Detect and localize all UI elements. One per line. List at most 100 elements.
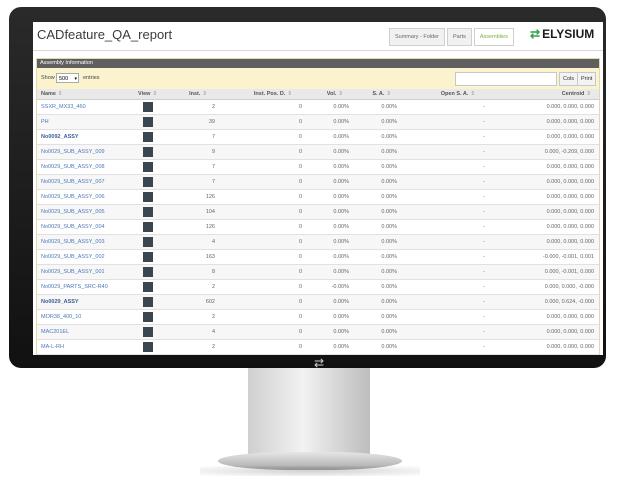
- row-open-sa: -: [483, 164, 485, 170]
- sort-icon: ⇕: [287, 91, 292, 97]
- view-thumbnail[interactable]: [143, 252, 153, 262]
- view-thumbnail[interactable]: [143, 207, 153, 217]
- table-row[interactable]: MOR38_400_10 2 0 0.00% 0.00% - 0.000, 0.000, 0…: [37, 310, 599, 325]
- table-row[interactable]: No0029_PARTS_SRC-R40 2 0 -0.00% 0.00% - 0.000,…: [37, 280, 599, 295]
- table-row[interactable]: MA-L-RH 2 0 0.00% 0.00% - 0.000, 0.000, 0.000: [37, 340, 599, 355]
- table-row[interactable]: No0029_SUB_ASSY_008 7 0 0.00% 0.00% - 0.000, 0…: [37, 160, 599, 175]
- view-thumbnail[interactable]: [143, 282, 153, 292]
- row-vol: 0.00%: [333, 209, 349, 215]
- row-inst-pos: 0: [298, 164, 302, 170]
- col-vol[interactable]: Vol. ⇕: [307, 89, 343, 99]
- col-centroid[interactable]: Centroid ⇕: [497, 89, 591, 99]
- table-row[interactable]: No0029_SUB_ASSY_005 104 0 0.00% 0.00% - 0.000,…: [37, 205, 599, 220]
- row-sa: 0.00%: [381, 104, 397, 110]
- view-thumbnail[interactable]: [143, 132, 153, 142]
- col-vol-label: Vol.: [326, 91, 337, 97]
- view-thumbnail[interactable]: [143, 312, 153, 322]
- report-title: CADfeature_QA_report: [37, 27, 173, 42]
- sort-icon: ⇕: [386, 91, 391, 97]
- row-centroid: 0.000, 0.000, 0.000: [546, 119, 594, 125]
- row-name-link[interactable]: MA-L-RH: [41, 340, 136, 354]
- row-name-link[interactable]: No0029_SUB_ASSY_005: [41, 205, 136, 219]
- col-inst[interactable]: Inst. ⇕: [177, 89, 207, 99]
- cols-button[interactable]: Cols: [559, 72, 579, 86]
- table-row[interactable]: No0029_SUB_ASSY_001 8 0 0.00% 0.00% - 0.000, -…: [37, 265, 599, 280]
- entries-select[interactable]: 500 ▾: [56, 73, 79, 83]
- row-name-link[interactable]: No0029_SUB_ASSY_004: [41, 220, 136, 234]
- col-name[interactable]: Name ⇕: [41, 89, 117, 99]
- row-name-link[interactable]: MOR38_400_10: [41, 310, 136, 324]
- row-name-link[interactable]: No0029_PARTS_SRC-R40: [41, 280, 136, 294]
- view-thumbnail[interactable]: [143, 162, 153, 172]
- table-row[interactable]: No0029_SUB_ASSY_003 4 0 0.00% 0.00% - 0.000, 0…: [37, 235, 599, 250]
- tab-parts[interactable]: Parts: [447, 28, 472, 46]
- row-name-link[interactable]: No0029_SUB_ASSY_002: [41, 250, 136, 264]
- row-vol: 0.00%: [333, 254, 349, 260]
- table-row[interactable]: No0092_ASSY 7 0 0.00% 0.00% - 0.000, 0.000, 0.…: [37, 130, 599, 145]
- table-row[interactable]: No0029_SUB_ASSY_007 7 0 0.00% 0.00% - 0.000, 0…: [37, 175, 599, 190]
- chevron-down-icon: ▾: [74, 76, 77, 82]
- view-thumbnail[interactable]: [143, 117, 153, 127]
- col-view-label: View: [138, 91, 151, 97]
- row-vol: 0.00%: [333, 239, 349, 245]
- col-view[interactable]: View ⇕: [138, 89, 168, 99]
- row-name-link[interactable]: No0029_SUB_ASSY_003: [41, 235, 136, 249]
- row-sa: 0.00%: [381, 194, 397, 200]
- view-thumbnail[interactable]: [143, 192, 153, 202]
- view-thumbnail[interactable]: [143, 327, 153, 337]
- row-name-link[interactable]: No0029_SUB_ASSY_009: [41, 145, 136, 159]
- view-thumbnail[interactable]: [143, 237, 153, 247]
- row-open-sa: -: [483, 104, 485, 110]
- row-name-link[interactable]: No0029_ASSY: [41, 295, 136, 309]
- print-button[interactable]: Print: [577, 72, 597, 86]
- row-name-link[interactable]: No0029_SUB_ASSY_007: [41, 175, 136, 189]
- view-thumbnail[interactable]: [143, 102, 153, 112]
- row-name-link[interactable]: No0029_SUB_ASSY_001: [41, 265, 136, 279]
- col-inst-pos[interactable]: Inst. Pos. D. ⇕: [222, 89, 292, 99]
- row-name-link[interactable]: No0092_ASSY: [41, 130, 136, 144]
- col-centroid-label: Centroid: [561, 91, 585, 97]
- view-thumbnail[interactable]: [143, 147, 153, 157]
- row-open-sa: -: [483, 344, 485, 350]
- search-input[interactable]: [455, 72, 557, 86]
- row-open-sa: -: [483, 149, 485, 155]
- row-inst-pos: 0: [298, 194, 302, 200]
- table-row[interactable]: No0029_SUB_ASSY_004 126 0 0.00% 0.00% - 0.000,…: [37, 220, 599, 235]
- table-row[interactable]: PH 39 0 0.00% 0.00% - 0.000, 0.000, 0.000: [37, 115, 599, 130]
- row-name-link[interactable]: PH: [41, 115, 136, 129]
- row-inst-pos: 0: [298, 314, 302, 320]
- row-open-sa: -: [483, 284, 485, 290]
- view-thumbnail[interactable]: [143, 222, 153, 232]
- row-name-link[interactable]: MAC201EL: [41, 325, 136, 339]
- table-controls: Show 500 ▾ entries Cols Print: [41, 72, 597, 86]
- col-sa[interactable]: S. A. ⇕: [355, 89, 391, 99]
- view-thumbnail[interactable]: [143, 297, 153, 307]
- row-name-link[interactable]: No0029_SUB_ASSY_006: [41, 190, 136, 204]
- col-open-sa[interactable]: Open S. A. ⇕: [415, 89, 475, 99]
- tab-assemblies[interactable]: Assemblies: [473, 28, 514, 46]
- row-vol: 0.00%: [333, 299, 349, 305]
- row-sa: 0.00%: [381, 269, 397, 275]
- row-inst-pos: 0: [298, 149, 302, 155]
- table-row[interactable]: SSXR_MX33_460 2 0 0.00% 0.00% - 0.000, 0.000, …: [37, 100, 599, 115]
- table-row[interactable]: No0029_SUB_ASSY_006 126 0 0.00% 0.00% - 0.000,…: [37, 190, 599, 205]
- row-inst: 4: [211, 329, 215, 335]
- row-name-link[interactable]: No0029_SUB_ASSY_008: [41, 160, 136, 174]
- table-row[interactable]: No0029_SUB_ASSY_009 9 0 0.00% 0.00% - 0.000, -…: [37, 145, 599, 160]
- row-centroid: 0.000, 0.000, 0.000: [546, 329, 594, 335]
- row-open-sa: -: [483, 269, 485, 275]
- row-inst-pos: 0: [298, 299, 302, 305]
- view-thumbnail[interactable]: [143, 177, 153, 187]
- view-thumbnail[interactable]: [143, 267, 153, 277]
- monitor-stand-neck: [248, 368, 370, 456]
- table-row[interactable]: MAC201EL 4 0 0.00% 0.00% - 0.000, 0.000, 0.000: [37, 325, 599, 340]
- row-sa: 0.00%: [381, 134, 397, 140]
- logo-text: ELYSIUM: [542, 27, 595, 41]
- screen: CADfeature_QA_report Summary - Folder Pa…: [33, 22, 603, 355]
- row-name-link[interactable]: SSXR_MX33_460: [41, 100, 136, 114]
- table-body: SSXR_MX33_460 2 0 0.00% 0.00% - 0.000, 0.000, …: [37, 100, 599, 355]
- tab-summary-folder[interactable]: Summary - Folder: [389, 28, 446, 46]
- view-thumbnail[interactable]: [143, 342, 153, 352]
- table-row[interactable]: No0029_ASSY 602 0 0.00% 0.00% - 0.000, 0.624, …: [37, 295, 599, 310]
- table-row[interactable]: No0029_SUB_ASSY_002 163 0 0.00% 0.00% - -0.000…: [37, 250, 599, 265]
